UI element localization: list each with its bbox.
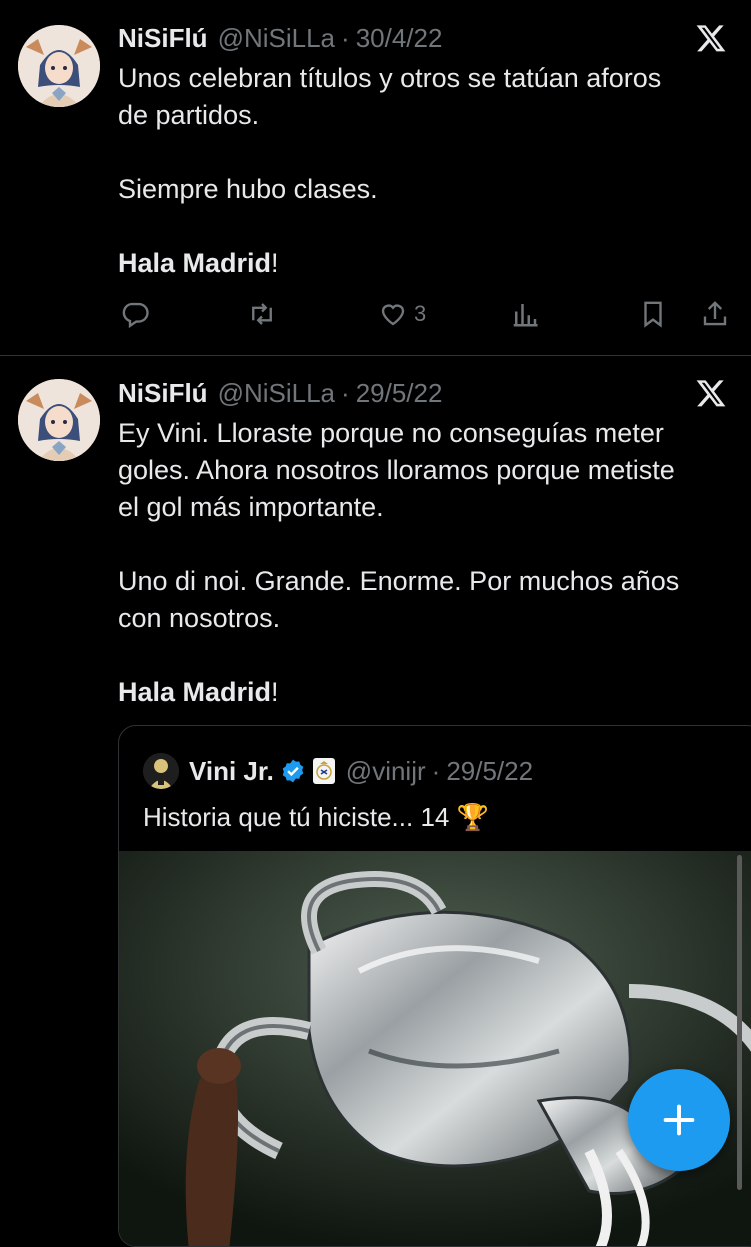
share-button[interactable] — [700, 294, 730, 334]
quoted-tweet-image[interactable] — [119, 851, 751, 1246]
action-bar: 3 — [118, 294, 733, 334]
tweet-line: Uno di noi. Grande. Enorme. Por muchos a… — [118, 566, 680, 596]
tweet-date[interactable]: 29/5/22 — [356, 378, 443, 409]
separator-dot: · — [341, 377, 350, 408]
tweet-1[interactable]: NiSiFlú @NiSiLLa · 30/4/22 Unos celebran… — [0, 0, 751, 356]
x-logo-icon[interactable] — [695, 377, 727, 409]
quoted-author-name[interactable]: Vini Jr. — [189, 756, 274, 787]
like-button[interactable]: 3 — [378, 294, 426, 334]
avatar[interactable] — [18, 379, 100, 461]
tweet-header: NiSiFlú @NiSiLLa · 30/4/22 — [118, 18, 442, 58]
tweet-closing: Hala Madrid! — [118, 674, 728, 711]
quoted-avatar[interactable] — [143, 753, 179, 789]
quoted-tweet[interactable]: Vini Jr. @vinijr · 29/5/22 Historia que … — [118, 725, 751, 1247]
trophy-photo — [119, 851, 751, 1246]
tweet-line: Unos celebran títulos y otros se tatúan … — [118, 63, 662, 93]
x-logo-icon[interactable] — [695, 22, 727, 54]
avatar[interactable] — [18, 25, 100, 107]
tweet-text: Ey Vini. Lloraste porque no conseguías m… — [118, 415, 728, 711]
avatar-illustration — [18, 379, 100, 461]
scrollbar[interactable] — [737, 855, 742, 1190]
heart-icon — [381, 304, 405, 326]
tweet-text: Unos celebran títulos y otros se tatúan … — [118, 60, 728, 282]
verified-badge-icon[interactable] — [280, 758, 306, 784]
separator-dot: · — [341, 22, 350, 53]
author-handle[interactable]: @NiSiLLa — [218, 378, 335, 409]
separator-dot: · — [431, 755, 441, 786]
author-name[interactable]: NiSiFlú — [118, 378, 208, 409]
tweet-line: goles. Ahora nosotros lloramos porque me… — [118, 455, 675, 485]
repost-icon — [252, 303, 272, 325]
hashtag-text[interactable]: Hala Madrid — [118, 677, 271, 707]
tweet-line: de partidos. — [118, 100, 260, 130]
tweet-header: NiSiFlú @NiSiLLa · 29/5/22 — [118, 373, 442, 413]
quoted-tweet-text: Historia que tú hiciste... 14 🏆 — [143, 802, 489, 832]
tweet-line: Ey Vini. Lloraste porque no conseguías m… — [118, 418, 664, 448]
closing-punct: ! — [271, 248, 279, 278]
real-madrid-badge-icon[interactable] — [312, 757, 336, 785]
author-handle[interactable]: @NiSiLLa — [218, 23, 335, 54]
compose-button[interactable] — [628, 1069, 730, 1171]
reply-icon — [122, 302, 149, 329]
views-button[interactable] — [510, 294, 540, 334]
bookmark-icon — [644, 301, 662, 328]
quoted-avatar-illustration — [143, 753, 179, 789]
hashtag-text[interactable]: Hala Madrid — [118, 248, 271, 278]
like-count: 3 — [414, 301, 427, 326]
reply-button[interactable] — [120, 294, 150, 334]
repost-button[interactable] — [247, 294, 277, 334]
tweet-line: el gol más importante. — [118, 492, 384, 522]
tweet-line: Siempre hubo clases. — [118, 174, 378, 204]
analytics-icon — [513, 304, 538, 327]
author-name[interactable]: NiSiFlú — [118, 23, 208, 54]
tweet-date[interactable]: 30/4/22 — [356, 23, 443, 54]
quoted-tweet-header: Vini Jr. @vinijr · 29/5/22 — [143, 752, 533, 790]
avatar-illustration — [18, 25, 100, 107]
closing-punct: ! — [271, 677, 279, 707]
tweet-closing: Hala Madrid! — [118, 245, 728, 282]
plus-icon — [663, 1104, 695, 1136]
share-icon — [703, 301, 727, 326]
bookmark-button[interactable] — [638, 294, 668, 334]
quoted-tweet-date[interactable]: 29/5/22 — [446, 756, 533, 787]
quoted-author-handle[interactable]: @vinijr — [346, 756, 426, 787]
tweet-line: con nosotros. — [118, 603, 281, 633]
